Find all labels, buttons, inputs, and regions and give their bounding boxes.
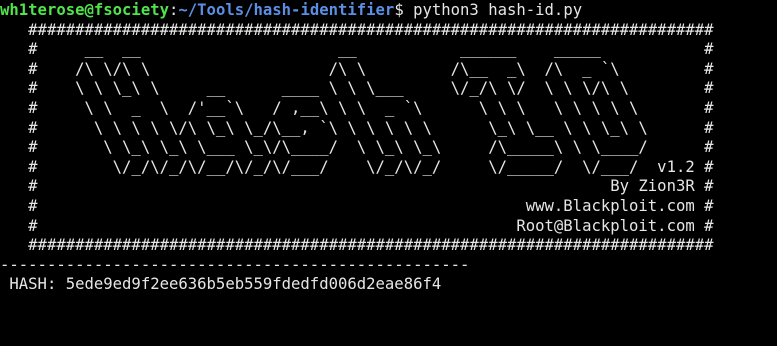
banner-version-line: # \/_/\/_/\/__/\/_/\/___/ \/_/\/_/ \/___… xyxy=(0,157,714,176)
banner-art-line: # \ \ \ \ \/\ \_\ \_/\__, `\ \ \ \ \ \ \… xyxy=(0,118,714,137)
banner-border-top: ########################################… xyxy=(0,20,714,39)
prompt-line: wh1terose@fsociety:~/Tools/hash-identifi… xyxy=(0,1,777,21)
banner-art-line: # __ __ __ ______ _____ # xyxy=(0,40,714,59)
banner-art-line: # /\ \/\ \ /\ \ /\__ _\ /\ _ `\ # xyxy=(0,59,714,78)
prompt-dollar: $ xyxy=(394,1,404,19)
prompt-colon: : xyxy=(169,1,179,19)
terminal-window[interactable]: wh1terose@fsociety:~/Tools/hash-identifi… xyxy=(0,0,777,346)
banner-art-line: # \ \ _ \ /'__`\ / ,__\ \ \ _ `\ \ \ \ \… xyxy=(0,98,714,117)
prompt-path: ~/Tools/hash-identifier xyxy=(178,1,395,19)
output-divider: ----------------------------------------… xyxy=(0,255,470,274)
command-text: python3 hash-id.py xyxy=(403,1,583,19)
hash-input-line[interactable]: HASH: 5ede9ed9f2ee636b5eb559fdedfd006d2e… xyxy=(0,275,777,295)
banner-author-line: # By Zion3R # xyxy=(0,177,714,196)
banner-email-line: # Root@Blackploit.com # xyxy=(0,216,714,235)
prompt-user-host: wh1terose@fsociety xyxy=(0,1,169,19)
banner-art-line: # \ \_\ \_\ \___ \_\/\____/ \ \_\ \_\ /\… xyxy=(0,138,714,157)
banner-art-line: # \ \ \_\ \ __ ____ \ \ \___ \/_/\ \/ \ … xyxy=(0,79,714,98)
banner-border-bottom: ########################################… xyxy=(0,236,714,255)
banner-website-line: # www.Blackploit.com # xyxy=(0,196,714,215)
